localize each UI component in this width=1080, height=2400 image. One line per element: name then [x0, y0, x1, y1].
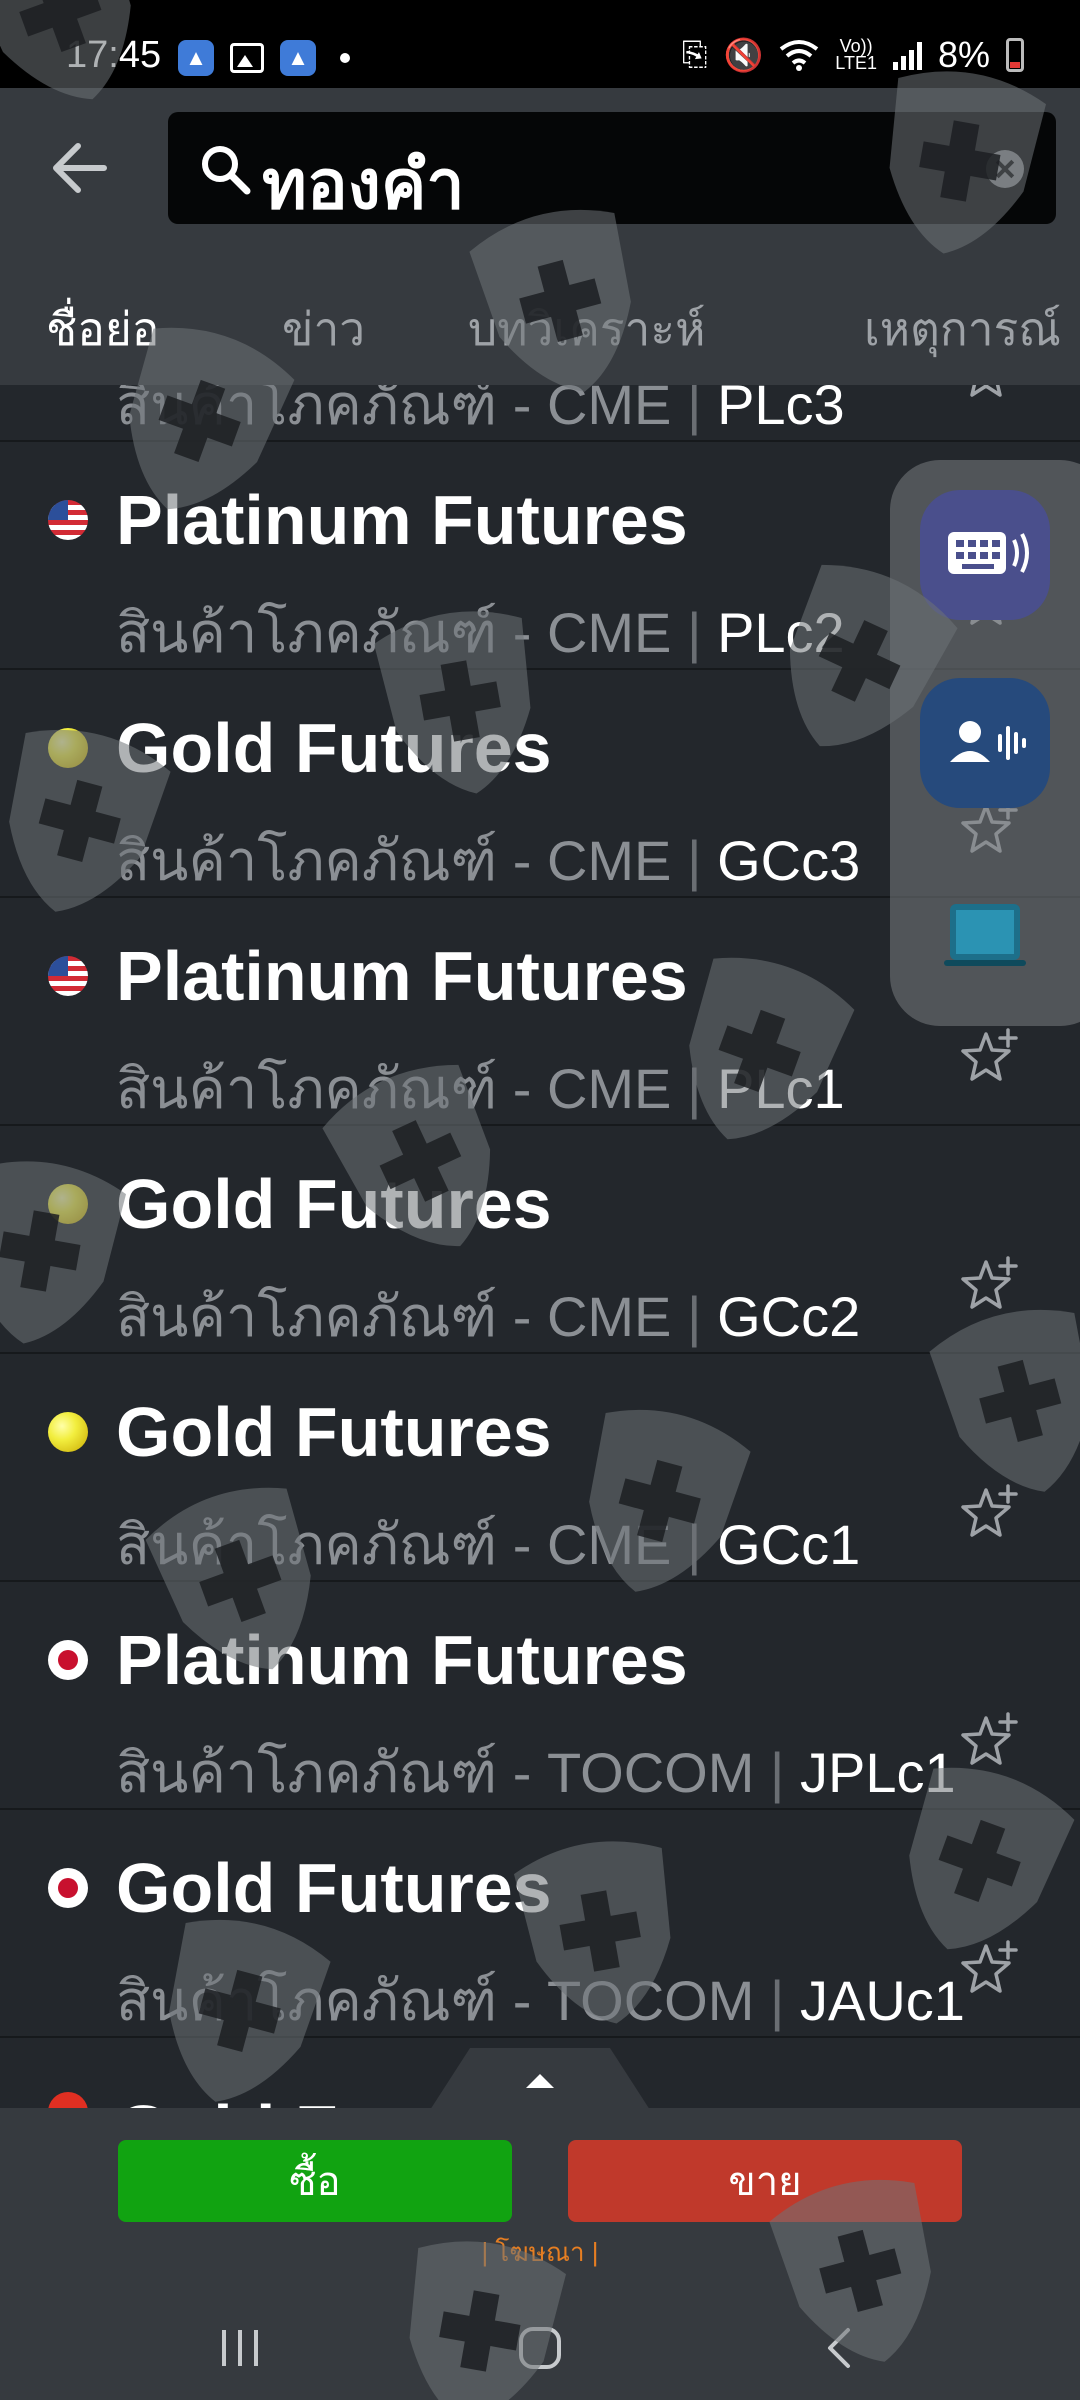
instrument-exchange: CME: [546, 1285, 672, 1348]
tab-symbols[interactable]: ชื่อย่อ: [46, 293, 159, 366]
voice-assistant-icon: [950, 721, 1026, 762]
us-flag-icon: [48, 500, 88, 540]
instrument-details: สินค้าโภคภัณฑ์ - TOCOM | JAUc1: [116, 1969, 965, 2032]
ad-label: | โฆษณา |: [481, 2237, 599, 2267]
buy-button[interactable]: ซื้อ: [118, 2140, 512, 2222]
instrument-name: Platinum Futures: [116, 481, 688, 559]
instrument-details: สินค้าโภคภัณฑ์ - CME | GCc3: [116, 829, 861, 892]
network-type: Vo)) LTE1: [835, 36, 877, 73]
instrument-category: สินค้าโภคภัณฑ์: [116, 1969, 498, 2032]
voice-assistant-button[interactable]: [920, 678, 1050, 808]
result-row[interactable]: Gold Futures สินค้าโภคภัณฑ์ - CME | GCc2: [0, 1126, 1080, 1354]
instrument-exchange: CME: [546, 829, 672, 892]
instrument-details: สินค้าโภคภัณฑ์ - CME | PLc2: [116, 601, 845, 664]
instrument-name: Gold Futures: [116, 709, 552, 787]
result-tabs: ชื่อย่อ ข่าว บทวิเคราะห์ เหตุการณ์: [0, 293, 1080, 383]
clear-icon[interactable]: [986, 150, 1024, 188]
floating-side-panel: [890, 460, 1080, 1026]
search-header: ทองคำ ชื่อย่อ ข่าว บทวิเคราะห์ เหตุการณ์: [0, 88, 1080, 385]
instrument-symbol: GCc2: [717, 1285, 861, 1348]
add-to-watchlist-icon[interactable]: [958, 1026, 1022, 1090]
result-row[interactable]: Gold Futures สินค้าโภคภัณฑ์ - TOCOM | JAU…: [0, 1810, 1080, 2038]
tab-analysis[interactable]: บทวิเคราะห์: [468, 293, 705, 366]
instrument-symbol: JPLc1: [800, 1741, 956, 1804]
keyboard-voice-button[interactable]: [920, 490, 1050, 620]
instrument-name: Gold Fut: [116, 2090, 404, 2108]
status-time: 17:45: [66, 34, 162, 76]
gallery-icon: [230, 43, 264, 73]
instrument-symbol: PLc2: [717, 601, 845, 664]
instrument-exchange: TOCOM: [546, 1741, 755, 1804]
tab-events[interactable]: เหตุการณ์: [864, 293, 1061, 366]
instrument-exchange: CME: [546, 1057, 672, 1120]
sell-button[interactable]: ขาย: [568, 2140, 962, 2222]
instrument-category: สินค้าโภคภัณฑ์: [116, 1513, 498, 1576]
add-to-watchlist-icon[interactable]: [958, 1482, 1022, 1546]
instrument-details: สินค้าโภคภัณฑ์ - CME | GCc1: [116, 1513, 861, 1576]
back-arrow-icon[interactable]: [44, 132, 116, 204]
instrument-name: Platinum Futures: [116, 1621, 688, 1699]
notification-icons: ▲ ▲: [178, 40, 350, 76]
instrument-details: สินค้าโภคภัณฑ์ - TOCOM | JPLc1: [116, 1741, 956, 1804]
instrument-category: สินค้าโภคภัณฑ์: [116, 601, 498, 664]
instrument-symbol: PLc1: [717, 1057, 845, 1120]
instrument-category: สินค้าโภคภัณฑ์: [116, 1057, 498, 1120]
keyboard-voice-icon: [948, 532, 1029, 574]
us-flag-icon: [48, 956, 88, 996]
instrument-category: สินค้าโภคภัณฑ์: [116, 1741, 498, 1804]
instrument-exchange: CME: [546, 1513, 672, 1576]
jp-flag-icon: [48, 1868, 88, 1908]
gold-flag-icon: [48, 1412, 88, 1452]
jp-flag-icon: [48, 1640, 88, 1680]
instrument-symbol: GCc1: [717, 1513, 861, 1576]
home-icon[interactable]: [500, 2318, 580, 2378]
instrument-symbol: GCc3: [717, 829, 861, 892]
instrument-details: สินค้าโภคภัณฑ์ - CME | GCc2: [116, 1285, 861, 1348]
gold-flag-icon: [48, 728, 88, 768]
search-input[interactable]: ทองคำ: [168, 112, 1056, 224]
battery-icon: [1006, 38, 1024, 72]
gold-flag-icon: [48, 1184, 88, 1224]
instrument-exchange: TOCOM: [546, 1969, 755, 2032]
back-icon[interactable]: [800, 2318, 880, 2378]
add-to-watchlist-icon[interactable]: [958, 1254, 1022, 1318]
search-query[interactable]: ทองคำ: [262, 130, 465, 238]
instrument-category: สินค้าโภคภัณฑ์: [116, 1285, 498, 1348]
search-icon: [202, 146, 251, 195]
wifi-icon: [780, 40, 819, 71]
more-notifications-dot-icon: [340, 53, 350, 63]
signal-icon: [892, 40, 922, 70]
screen-icon: [944, 904, 1026, 966]
add-to-watchlist-icon[interactable]: [958, 1710, 1022, 1774]
system-icons: ⎘ 🔇 Vo)) LTE1 8%: [682, 34, 1024, 76]
instrument-exchange: CME: [546, 601, 672, 664]
clipboard-icon: ⎘: [681, 36, 708, 72]
vn-flag-icon: [48, 2092, 88, 2108]
instrument-details: สินค้าโภคภัณฑ์ - CME | PLc1: [116, 1057, 845, 1120]
bottom-bar: ซื้อ ขาย | โฆษณา |: [0, 2108, 1080, 2400]
status-bar: 17:45 ▲ ▲ ⎘ 🔇 Vo)) LTE1 8%: [0, 0, 1080, 88]
battery-percent: 8%: [937, 34, 990, 75]
recents-icon[interactable]: [200, 2318, 280, 2378]
instrument-symbol: JAUc1: [800, 1969, 965, 2032]
result-row[interactable]: Gold Futures สินค้าโภคภัณฑ์ - CME | GCc1: [0, 1354, 1080, 1582]
mute-icon: 🔇: [723, 37, 764, 73]
add-to-watchlist-icon[interactable]: [958, 1938, 1022, 2002]
app-notification-icon: ▲: [178, 40, 214, 76]
expand-handle[interactable]: [430, 2048, 650, 2110]
instrument-name: Gold Futures: [116, 1849, 552, 1927]
result-row[interactable]: Platinum Futures สินค้าโภคภัณฑ์ - TOCOM |…: [0, 1582, 1080, 1810]
screen-cast-button[interactable]: [920, 870, 1050, 1000]
system-nav-bar: [0, 2298, 1080, 2400]
instrument-name: Platinum Futures: [116, 937, 688, 1015]
instrument-category: สินค้าโภคภัณฑ์: [116, 829, 498, 892]
instrument-name: Gold Futures: [116, 1165, 552, 1243]
app-notification-icon: ▲: [280, 40, 316, 76]
tab-news[interactable]: ข่าว: [282, 293, 365, 366]
instrument-name: Gold Futures: [116, 1393, 552, 1471]
